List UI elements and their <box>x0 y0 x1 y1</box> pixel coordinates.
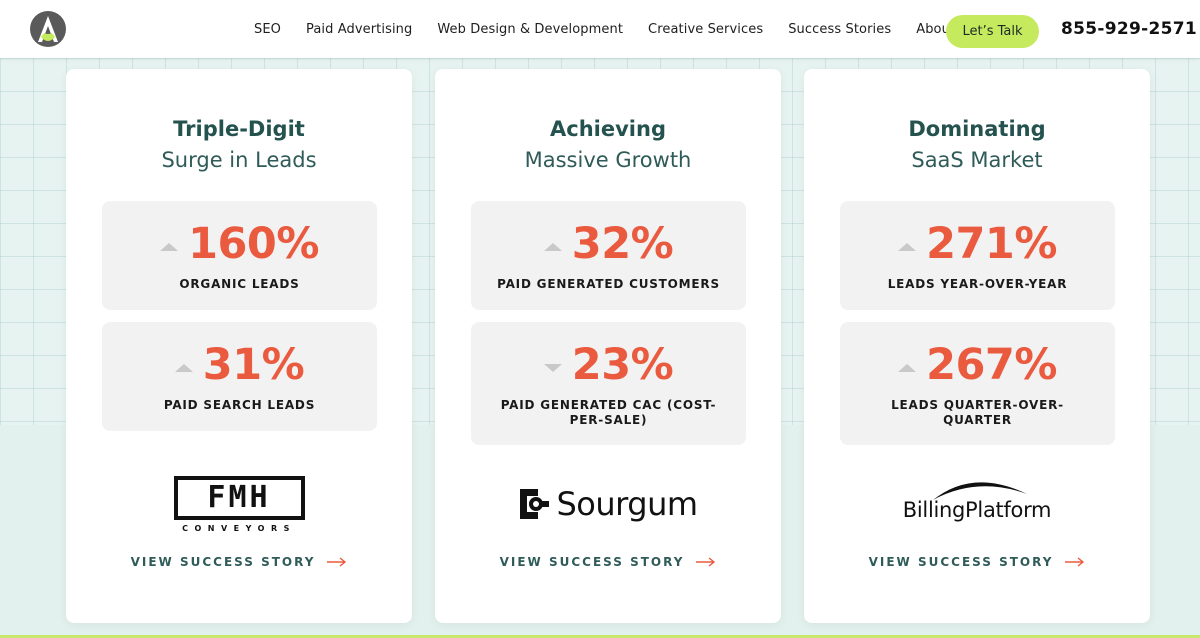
view-success-story-link[interactable]: VIEW SUCCESS STORY <box>66 555 412 569</box>
nav-item-seo[interactable]: SEO <box>254 22 281 37</box>
brand-name: BillingPlatform <box>902 498 1052 522</box>
case-study-card-billingplatform: Dominating SaaS Market 271% LEADS YEAR-O… <box>804 69 1150 623</box>
card-subtitle: Massive Growth <box>524 148 692 172</box>
stat-box: 267% LEADS QUARTER-OVER-QUARTER <box>840 322 1115 445</box>
stat-label: LEADS QUARTER-OVER-QUARTER <box>891 398 1064 427</box>
stat-label: PAID GENERATED CUSTOMERS <box>497 277 720 291</box>
nav-item-success-stories[interactable]: Success Stories <box>788 22 891 37</box>
stat-box: 31% PAID SEARCH LEADS <box>102 322 377 431</box>
arrow-right-icon <box>696 557 716 567</box>
nav-item-creative-services[interactable]: Creative Services <box>648 22 763 37</box>
brand-name: Sourgum <box>556 485 698 523</box>
case-study-card-sourgum: Achieving Massive Growth 32% PAID GENERA… <box>435 69 781 623</box>
stat-label: LEADS YEAR-OVER-YEAR <box>887 277 1068 291</box>
stat-value: 271% <box>926 219 1057 269</box>
stat-box: 160% ORGANIC LEADS <box>102 201 377 310</box>
stat-box: 23% PAID GENERATED CAC (COST-PER-SALE) <box>471 322 746 445</box>
phone-number-link[interactable]: 855-929-2571 <box>1061 19 1197 39</box>
nav-item-web-design[interactable]: Web Design & Development <box>437 22 623 37</box>
brand-logo-fmh: FMH CONVEYORS <box>66 469 412 539</box>
card-title: Dominating <box>908 117 1046 141</box>
stat-value: 32% <box>571 219 674 269</box>
lets-talk-button[interactable]: Let’s Talk <box>946 15 1039 48</box>
trend-up-icon <box>898 364 917 372</box>
site-logo-icon[interactable] <box>30 11 66 47</box>
stat-value: 160% <box>188 219 319 269</box>
link-label: VIEW SUCCESS STORY <box>868 555 1054 569</box>
stat-box: 271% LEADS YEAR-OVER-YEAR <box>840 201 1115 310</box>
brand-name: FMH <box>207 480 271 515</box>
stat-value: 267% <box>926 340 1057 390</box>
stat-value: 31% <box>202 340 305 390</box>
card-subtitle: SaaS Market <box>911 148 1043 172</box>
card-title: Achieving <box>550 117 666 141</box>
link-label: VIEW SUCCESS STORY <box>130 555 316 569</box>
case-study-card-fmh: Triple-Digit Surge in Leads 160% ORGANIC… <box>66 69 412 623</box>
view-success-story-link[interactable]: VIEW SUCCESS STORY <box>435 555 781 569</box>
trend-up-icon <box>160 243 179 251</box>
card-title: Triple-Digit <box>173 117 305 141</box>
site-header: SEO Paid Advertising Web Design & Develo… <box>0 0 1200 58</box>
sourgum-mark-icon <box>520 489 550 519</box>
arrow-right-icon <box>327 557 347 567</box>
brand-logo-billingplatform: BillingPlatform <box>804 469 1150 539</box>
view-success-story-link[interactable]: VIEW SUCCESS STORY <box>804 555 1150 569</box>
stat-label: PAID GENERATED CAC (COST-PER-SALE) <box>500 398 717 427</box>
stat-box: 32% PAID GENERATED CUSTOMERS <box>471 201 746 310</box>
card-subtitle: Surge in Leads <box>161 148 317 172</box>
stat-label: ORGANIC LEADS <box>179 277 300 291</box>
trend-up-icon <box>543 243 562 251</box>
link-label: VIEW SUCCESS STORY <box>499 555 685 569</box>
stat-label: PAID SEARCH LEADS <box>163 398 316 412</box>
main-nav: SEO Paid Advertising Web Design & Develo… <box>254 0 980 58</box>
nav-item-paid-advertising[interactable]: Paid Advertising <box>306 22 412 37</box>
trend-up-icon <box>174 364 193 372</box>
brand-subtitle: CONVEYORS <box>182 523 296 533</box>
brand-logo-sourgum: Sourgum <box>435 469 781 539</box>
trend-up-icon <box>898 243 917 251</box>
stat-value: 23% <box>571 340 674 390</box>
arrow-right-icon <box>1065 557 1085 567</box>
trend-down-icon <box>543 364 562 372</box>
